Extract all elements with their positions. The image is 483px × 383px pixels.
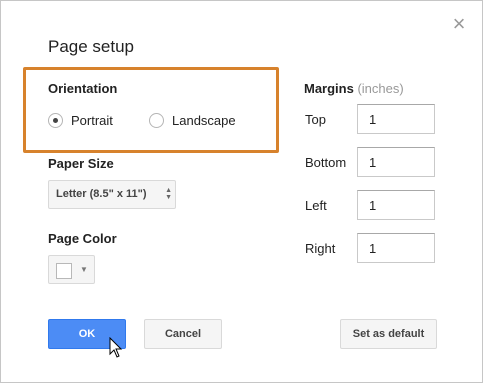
page-color-label: Page Color (48, 231, 117, 246)
portrait-radio[interactable] (48, 113, 63, 128)
up-down-arrows-icon: ▲ ▼ (165, 187, 172, 201)
margins-label: Margins (304, 81, 354, 96)
paper-size-label: Paper Size (48, 156, 114, 171)
mouse-pointer-icon (109, 337, 123, 358)
landscape-radio[interactable] (149, 113, 164, 128)
orientation-label: Orientation (48, 81, 118, 96)
set-as-default-button[interactable]: Set as default (340, 319, 437, 349)
landscape-radio-option[interactable]: Landscape (149, 113, 236, 128)
margin-left-input[interactable] (357, 190, 435, 220)
orientation-highlight-box (23, 67, 279, 153)
paper-size-value: Letter (8.5" x 11") (56, 188, 147, 200)
margin-bottom-input[interactable] (357, 147, 435, 177)
margin-left-label: Left (305, 198, 327, 213)
margins-heading: Margins (inches) (304, 81, 404, 96)
cancel-button[interactable]: Cancel (144, 319, 222, 349)
page-setup-dialog: × Page setup Orientation Portrait Landsc… (0, 0, 483, 383)
page-color-picker[interactable]: ▼ (48, 255, 95, 284)
margins-unit: (inches) (357, 81, 404, 96)
color-swatch (56, 263, 72, 279)
landscape-label: Landscape (172, 113, 236, 128)
portrait-label: Portrait (71, 113, 113, 128)
margin-right-input[interactable] (357, 233, 435, 263)
paper-size-select[interactable]: Letter (8.5" x 11") ▲ ▼ (48, 180, 176, 209)
margin-right-label: Right (305, 241, 336, 256)
portrait-radio-option[interactable]: Portrait (48, 113, 113, 128)
caret-down-icon: ▼ (80, 265, 88, 274)
margin-top-input[interactable] (357, 104, 435, 134)
close-icon[interactable]: × (450, 13, 468, 35)
margin-bottom-label: Bottom (305, 155, 347, 170)
margin-top-label: Top (305, 112, 326, 127)
dialog-title: Page setup (48, 37, 135, 56)
